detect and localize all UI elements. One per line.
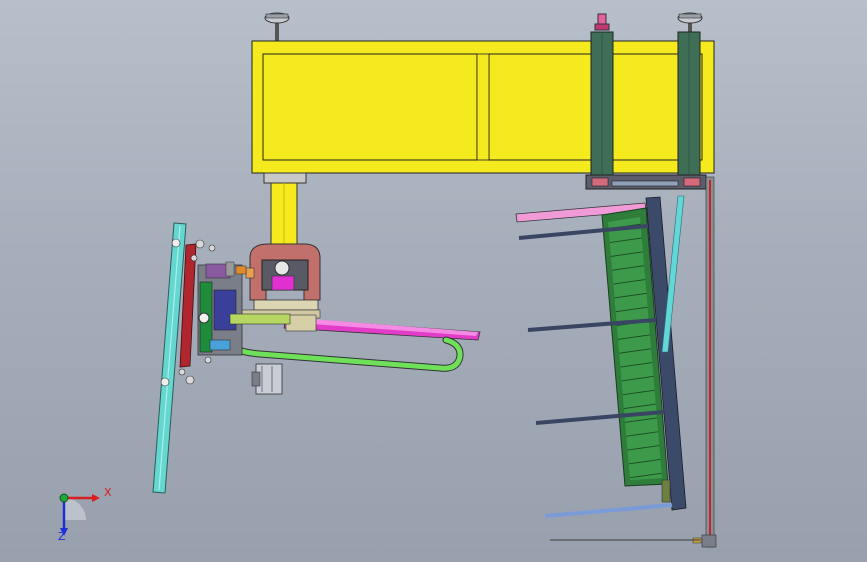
- x-axis-label: X: [104, 486, 112, 499]
- model-scene[interactable]: [0, 0, 867, 562]
- y-axis-dot: [59, 493, 69, 503]
- triad-graphic: [59, 493, 100, 536]
- cad-viewport[interactable]: X Z: [0, 0, 867, 562]
- pink-swing-arm[interactable]: [283, 314, 481, 341]
- leveling-foot-left[interactable]: [264, 12, 290, 42]
- lifting-column[interactable]: [263, 172, 307, 248]
- guide-column-right[interactable]: [677, 31, 701, 183]
- panel-bottom-bracket[interactable]: [661, 479, 671, 503]
- hanging-cylinder[interactable]: [251, 363, 283, 395]
- lifting-eye[interactable]: [594, 13, 610, 31]
- guide-column-left[interactable]: [590, 31, 614, 183]
- head-housing[interactable]: [245, 243, 321, 301]
- right-guide-rail[interactable]: [692, 176, 717, 548]
- top-frame[interactable]: [251, 40, 715, 174]
- column-carriage[interactable]: [585, 174, 707, 190]
- z-axis-label: Z: [58, 530, 66, 543]
- coordinate-triad[interactable]: X Z: [44, 478, 124, 548]
